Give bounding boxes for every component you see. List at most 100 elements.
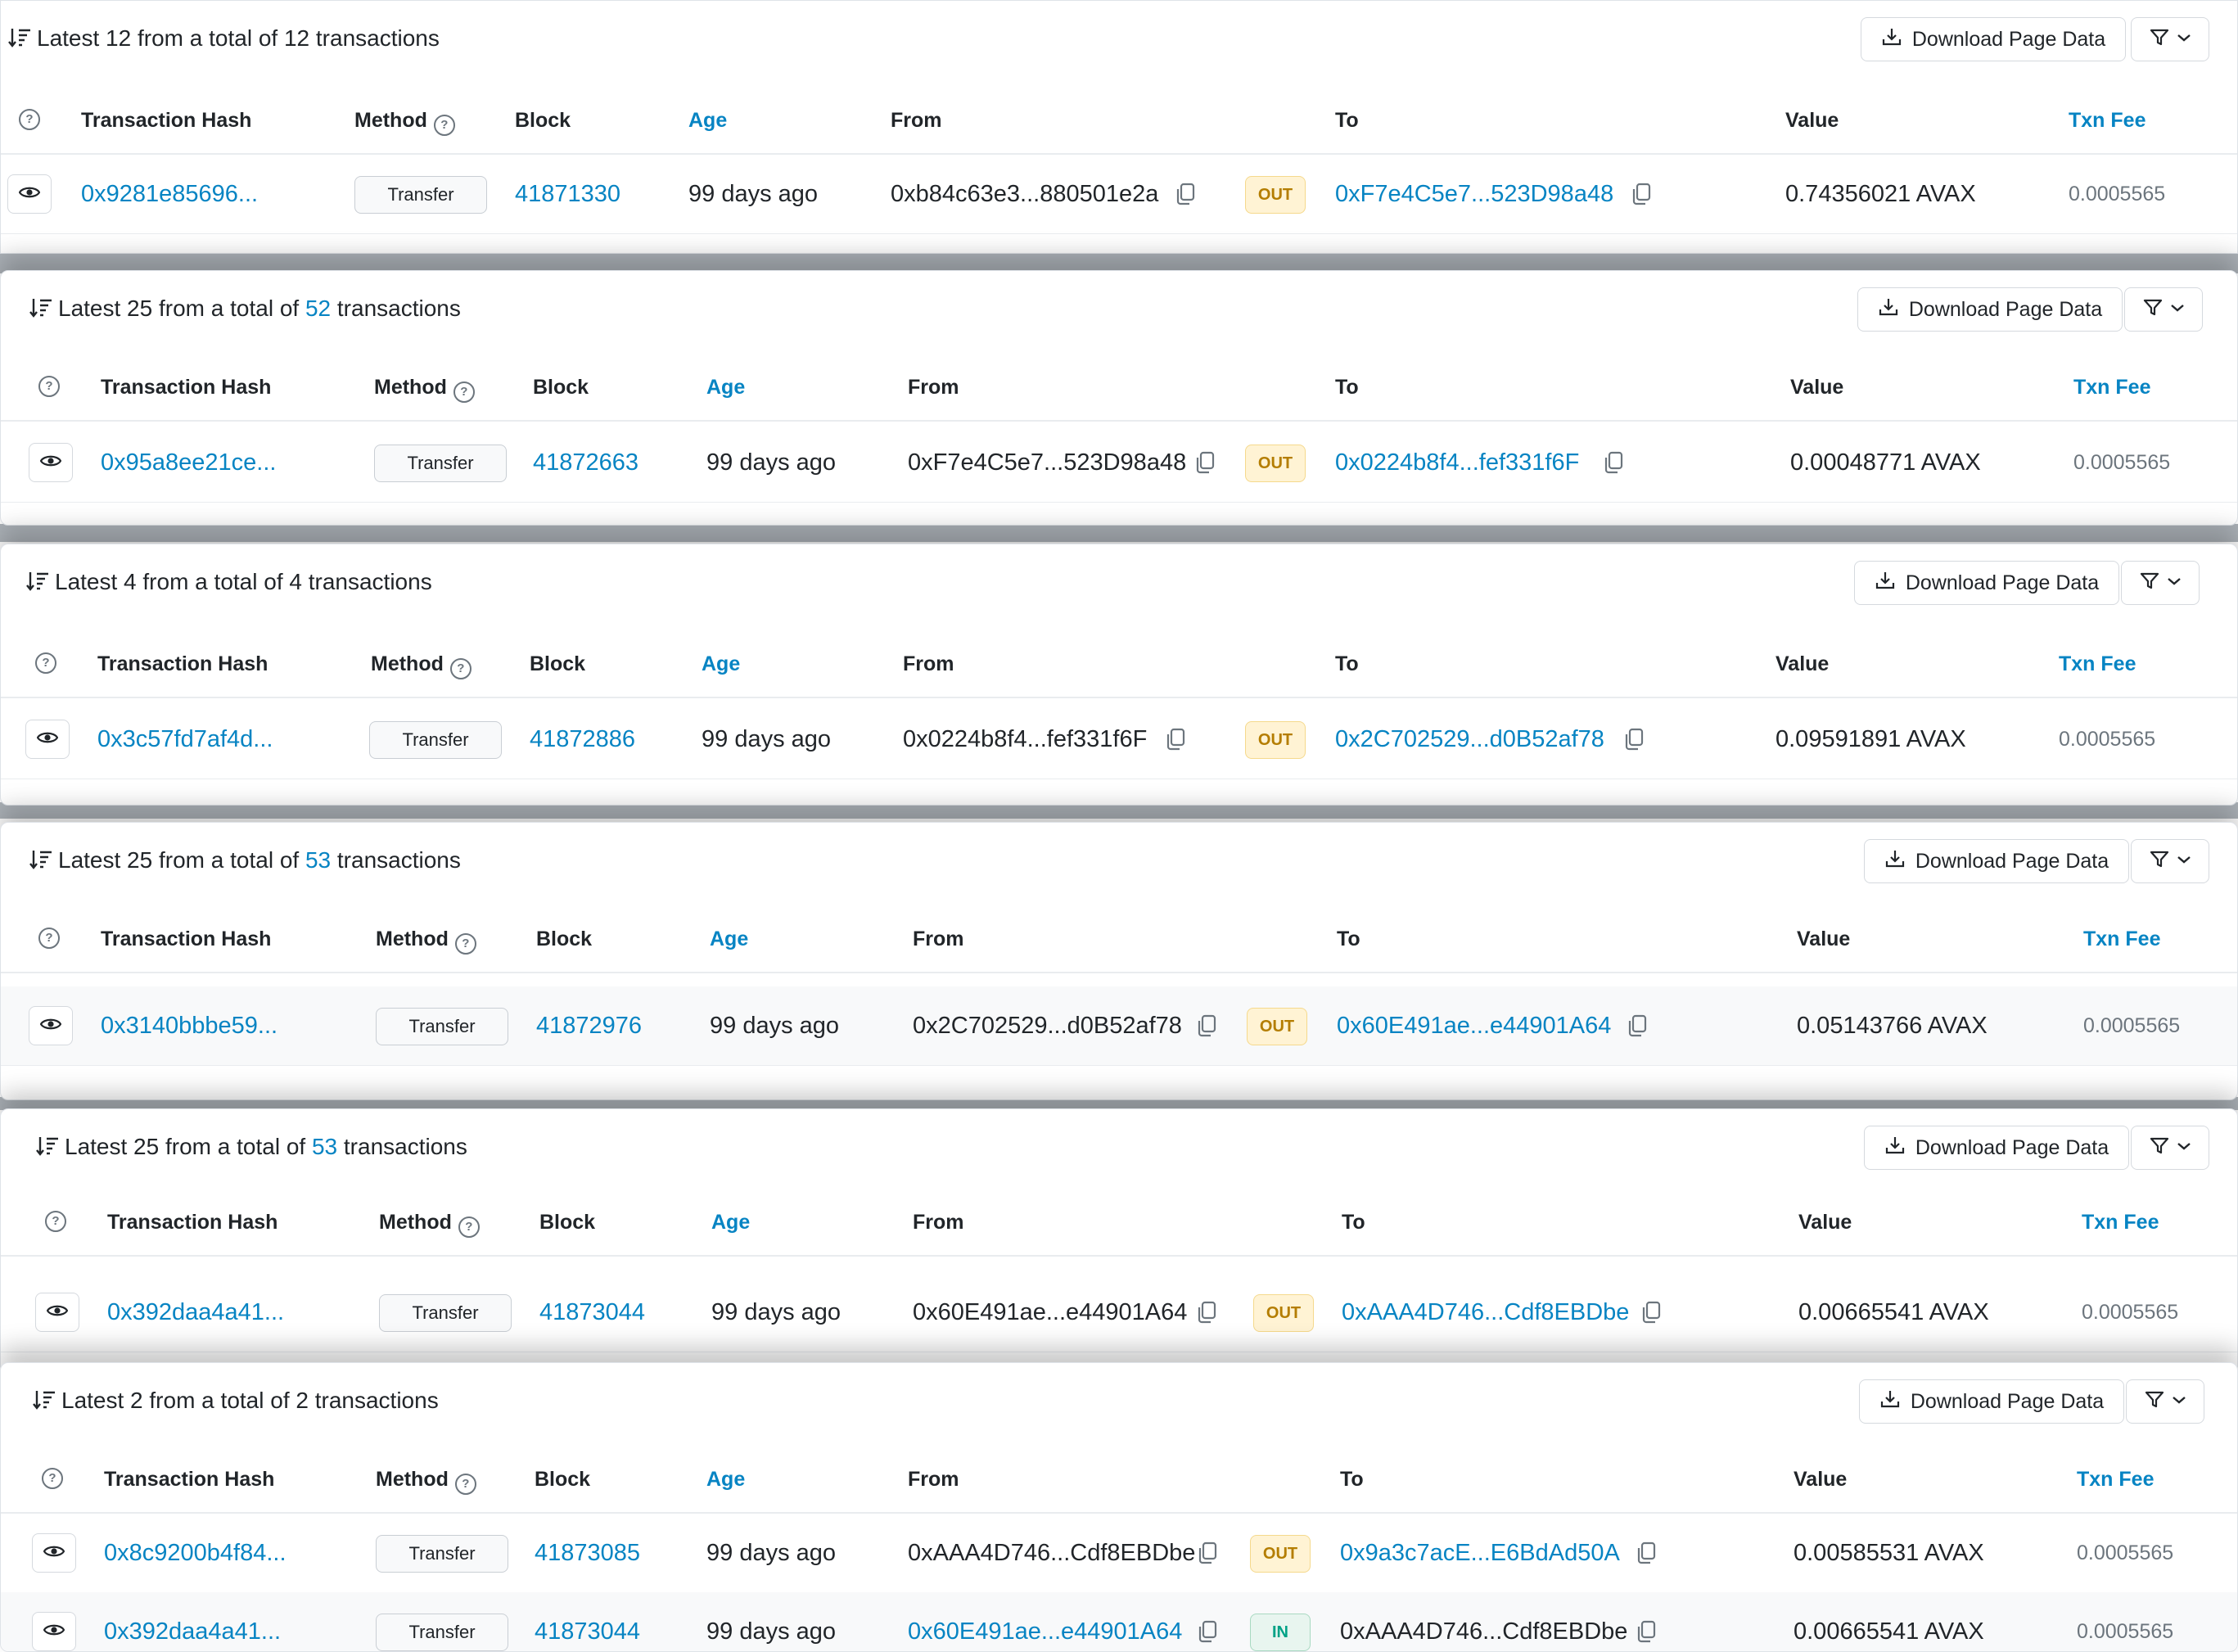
- question-icon[interactable]: ?: [42, 1468, 63, 1489]
- filter-dropdown-button[interactable]: [2121, 561, 2200, 605]
- copy-icon[interactable]: [1640, 1300, 1663, 1325]
- copy-icon[interactable]: [1635, 1541, 1658, 1565]
- transaction-hash-link[interactable]: 0x3c57fd7af4d...: [97, 700, 273, 779]
- col-age[interactable]: Age: [702, 652, 740, 676]
- from-address[interactable]: 0x60E491ae...e44901A64: [908, 1592, 1182, 1651]
- to-address[interactable]: 0x2C702529...d0B52af78: [1335, 700, 1604, 779]
- filter-dropdown-button[interactable]: [2124, 287, 2203, 332]
- filter-dropdown-button[interactable]: [2131, 1126, 2209, 1170]
- filter-dropdown-button[interactable]: [2131, 17, 2209, 61]
- transaction-hash-link[interactable]: 0x392daa4a41...: [107, 1273, 284, 1352]
- transaction-hash-link[interactable]: 0x392daa4a41...: [104, 1592, 281, 1651]
- column-label: Transaction Hash: [81, 109, 252, 132]
- chevron-down-icon: [2177, 1140, 2191, 1156]
- question-icon[interactable]: ?: [454, 1474, 476, 1495]
- copy-icon[interactable]: [1196, 1619, 1219, 1644]
- total-count[interactable]: 52: [305, 296, 331, 321]
- copy-icon[interactable]: [1164, 727, 1187, 752]
- download-page-data-button[interactable]: Download Page Data: [1857, 287, 2123, 332]
- col-txn-fee[interactable]: Txn Fee: [2083, 928, 2160, 951]
- question-icon[interactable]: ?: [38, 376, 60, 397]
- sort-icon[interactable]: [7, 29, 32, 54]
- view-details-button[interactable]: [35, 1293, 79, 1332]
- copy-icon[interactable]: [1174, 182, 1197, 206]
- method-badge: Transfer: [376, 1008, 508, 1045]
- block-link[interactable]: 41873044: [535, 1592, 640, 1651]
- col-age[interactable]: Age: [706, 1468, 745, 1492]
- sort-icon[interactable]: [29, 299, 53, 324]
- col-txn-fee[interactable]: Txn Fee: [2082, 1211, 2159, 1234]
- copy-icon[interactable]: [1193, 450, 1216, 475]
- panel-title: Latest 25 from a total of 53 transaction…: [35, 1134, 467, 1163]
- to-address[interactable]: 0x9a3c7acE...E6BdAd50A: [1340, 1514, 1620, 1592]
- column-label: Transaction Hash: [107, 1211, 278, 1234]
- total-count: 12: [283, 25, 310, 51]
- filter-dropdown-button[interactable]: [2131, 839, 2209, 883]
- col-txn-fee[interactable]: Txn Fee: [2069, 109, 2146, 133]
- to-address[interactable]: 0x60E491ae...e44901A64: [1337, 986, 1611, 1065]
- column-label: Block: [515, 109, 571, 132]
- copy-icon[interactable]: [1630, 182, 1653, 206]
- download-page-data-button[interactable]: Download Page Data: [1859, 1379, 2124, 1424]
- download-page-data-button[interactable]: Download Page Data: [1864, 839, 2129, 883]
- col-age[interactable]: Age: [711, 1211, 750, 1234]
- question-icon[interactable]: ?: [433, 115, 455, 136]
- to-address[interactable]: 0x0224b8f4...fef331f6F: [1335, 423, 1579, 502]
- col-txn-fee[interactable]: Txn Fee: [2073, 376, 2150, 399]
- transaction-hash-link[interactable]: 0x8c9200b4f84...: [104, 1514, 287, 1592]
- block-link[interactable]: 41873085: [535, 1514, 640, 1592]
- question-icon[interactable]: ?: [38, 928, 60, 949]
- view-details-button[interactable]: [32, 1612, 76, 1651]
- question-icon[interactable]: ?: [458, 1216, 480, 1238]
- col-txn-fee[interactable]: Txn Fee: [2077, 1468, 2154, 1492]
- view-details-button[interactable]: [32, 1533, 76, 1573]
- question-icon[interactable]: ?: [19, 109, 40, 130]
- total-count[interactable]: 53: [305, 847, 331, 873]
- view-details-button[interactable]: [7, 174, 52, 214]
- copy-icon[interactable]: [1196, 1541, 1219, 1565]
- col-to: To: [1337, 928, 1360, 951]
- sort-icon[interactable]: [29, 851, 53, 876]
- col-to: To: [1340, 1468, 1364, 1492]
- col-transaction-hash: Transaction Hash: [81, 109, 251, 133]
- copy-icon[interactable]: [1195, 1013, 1218, 1038]
- copy-icon[interactable]: [1626, 1013, 1649, 1038]
- filter-dropdown-button[interactable]: [2126, 1379, 2204, 1424]
- question-icon[interactable]: ?: [453, 381, 475, 403]
- download-page-data-button[interactable]: Download Page Data: [1854, 561, 2119, 605]
- transaction-hash-link[interactable]: 0x95a8ee21ce...: [101, 423, 276, 502]
- sort-icon[interactable]: [35, 1137, 60, 1162]
- to-address[interactable]: 0xF7e4C5e7...523D98a48: [1335, 155, 1613, 233]
- col-txn-fee[interactable]: Txn Fee: [2059, 652, 2136, 676]
- block-link[interactable]: 41873044: [539, 1273, 645, 1352]
- view-details-button[interactable]: [29, 1006, 73, 1045]
- col-method: Method?: [376, 1468, 476, 1495]
- download-page-data-button[interactable]: Download Page Data: [1864, 1126, 2129, 1170]
- copy-icon[interactable]: [1195, 1300, 1218, 1325]
- sort-icon[interactable]: [32, 1391, 56, 1416]
- block-link[interactable]: 41872663: [533, 423, 638, 502]
- copy-icon[interactable]: [1622, 727, 1645, 752]
- copy-icon[interactable]: [1635, 1619, 1658, 1644]
- question-icon[interactable]: ?: [35, 652, 56, 674]
- transaction-hash-link[interactable]: 0x3140bbbe59...: [101, 986, 277, 1065]
- copy-icon[interactable]: [1602, 450, 1625, 475]
- col-age[interactable]: Age: [688, 109, 727, 133]
- question-icon[interactable]: ?: [449, 658, 472, 679]
- view-details-button[interactable]: [25, 720, 70, 759]
- download-page-data-button[interactable]: Download Page Data: [1861, 17, 2126, 61]
- question-icon[interactable]: ?: [45, 1211, 66, 1232]
- block-link[interactable]: 41872886: [530, 700, 635, 779]
- to-address[interactable]: 0xAAA4D746...Cdf8EBDbe: [1342, 1273, 1629, 1352]
- question-icon[interactable]: ?: [454, 933, 476, 955]
- block-link[interactable]: 41872976: [536, 986, 642, 1065]
- col-block: Block: [515, 109, 571, 133]
- col-age[interactable]: Age: [710, 928, 748, 951]
- transaction-hash-link[interactable]: 0x9281e85696...: [81, 155, 258, 233]
- eye-icon: [18, 184, 41, 205]
- total-count[interactable]: 53: [312, 1134, 337, 1159]
- view-details-button[interactable]: [29, 443, 73, 482]
- block-link[interactable]: 41871330: [515, 155, 620, 233]
- col-age[interactable]: Age: [706, 376, 745, 399]
- sort-icon[interactable]: [25, 572, 50, 598]
